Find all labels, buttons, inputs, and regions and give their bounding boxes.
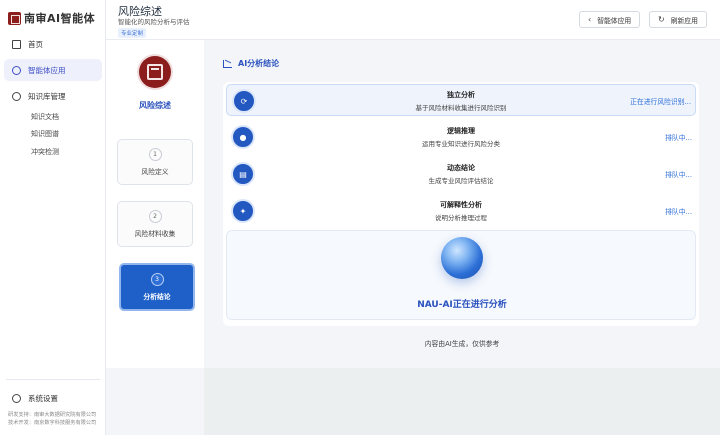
- back-button-label: 智能体应用: [597, 16, 632, 25]
- analysis-row-conclusion[interactable]: ▤ 动态结论 生成专业风险评估结论 排队中...: [226, 158, 696, 190]
- row-status: 排队中...: [665, 171, 692, 179]
- sidebar-item-home[interactable]: 首页: [4, 33, 102, 55]
- knowledge-sub-nav: 知识文档 知识图谱 冲突检测: [31, 108, 59, 161]
- row-title: 动态结论: [447, 164, 475, 172]
- row-description: 运用专业知识进行风险分类: [422, 140, 500, 148]
- sidebar-subitem-conflict[interactable]: 冲突检测: [31, 143, 59, 161]
- sidebar-item-label: 智能体应用: [28, 65, 66, 75]
- step-label: 风险定义: [141, 168, 169, 176]
- step-number: 2: [148, 210, 162, 223]
- refresh-icon: ↻: [658, 15, 665, 24]
- compass-icon: [12, 65, 21, 75]
- analysis-row-independent[interactable]: ⟳ 独立分析 基于风险材料收集进行风险识别 正在进行风险识别...: [226, 84, 696, 116]
- ai-orb-icon: [441, 237, 483, 279]
- section-title: AI分析结论: [238, 59, 280, 68]
- sidebar-item-label: 系统设置: [28, 393, 58, 403]
- row-title: 可解释性分析: [440, 201, 482, 209]
- lower-background: [204, 368, 720, 435]
- sidebar-item-agent-apps[interactable]: 智能体应用: [4, 59, 102, 81]
- step-card-1[interactable]: 1 风险定义: [117, 139, 193, 185]
- row-title: 逻辑推理: [447, 127, 475, 135]
- sidebar-divider: [6, 379, 100, 380]
- refresh-button-label: 刷新应用: [670, 16, 698, 25]
- step-label: 风险材料收集: [134, 230, 176, 238]
- document-icon: ▤: [231, 162, 255, 186]
- step-card-3[interactable]: 3 分析结论: [119, 263, 195, 311]
- sidebar-nav: 首页 智能体应用 知识库管理: [4, 33, 102, 111]
- section-header: AI分析结论: [223, 58, 279, 69]
- sidebar-item-label: 知识库管理: [28, 91, 66, 101]
- sidebar-item-settings[interactable]: 系统设置: [4, 387, 102, 409]
- app-logo[interactable]: 南审AI智能体: [8, 10, 95, 26]
- refresh-app-button[interactable]: ↻ 刷新应用: [649, 11, 707, 28]
- chart-icon: [223, 59, 232, 68]
- home-icon: [12, 39, 21, 49]
- settings-area: 系统设置: [4, 387, 102, 413]
- logo-mark-icon: [8, 11, 21, 25]
- sidebar-footer: 研发支持：南审大数据研究院有限公司 技术开发：南京数字科技服务有限公司: [8, 411, 96, 427]
- sidebar-subitem-documents[interactable]: 知识文档: [31, 108, 59, 126]
- gear-icon: [12, 393, 21, 403]
- row-status: 排队中...: [665, 134, 692, 142]
- database-icon: [12, 91, 21, 101]
- ai-progress-box: NAU-AI正在进行分析: [226, 230, 696, 320]
- footer-line: 研发支持：南审大数据研究院有限公司: [8, 412, 97, 418]
- steps-title: 风险综述: [139, 101, 171, 110]
- step-card-2[interactable]: 2 风险材料收集: [117, 201, 193, 247]
- footer-line: 技术开发：南京数字科技服务有限公司: [8, 420, 97, 426]
- back-to-apps-button[interactable]: ‹ 智能体应用: [579, 11, 641, 28]
- main-content: 风险综述 1 风险定义 2 风险材料收集 3 分析结论 AI分析结论 ⟳ 独立分…: [106, 40, 720, 435]
- ai-disclaimer: 内容由AI生成，仅供参考: [424, 340, 500, 348]
- custom-tag: 专业定制: [118, 28, 147, 38]
- sync-icon: ⟳: [232, 89, 256, 113]
- row-title: 独立分析: [447, 91, 475, 99]
- step-number: 3: [150, 273, 164, 286]
- emblem-icon: [139, 56, 171, 88]
- sidebar-subitem-graph[interactable]: 知识图谱: [31, 126, 59, 144]
- row-description: 生成专业风险评估结论: [428, 177, 494, 185]
- lightbulb-icon: ✦: [231, 199, 255, 223]
- sidebar-item-label: 首页: [28, 39, 43, 49]
- page-subtitle: 智能化的风险分析与评估: [118, 18, 190, 26]
- logo-text: 南审AI智能体: [24, 12, 96, 25]
- analysis-panel: ⟳ 独立分析 基于风险材料收集进行风险识别 正在进行风险识别... ● 逻辑推理…: [223, 82, 699, 326]
- page-header: 风险综述 智能化的风险分析与评估 专业定制 ‹ 智能体应用 ↻ 刷新应用: [106, 0, 720, 40]
- sidebar-item-knowledge-base[interactable]: 知识库管理: [4, 85, 102, 107]
- row-status: 排队中...: [665, 208, 692, 216]
- ai-status-text: NAU-AI正在进行分析: [417, 300, 507, 310]
- row-description: 说明分析推理过程: [435, 214, 487, 222]
- row-description: 基于风险材料收集进行风险识别: [415, 104, 507, 112]
- steps-panel: 风险综述 1 风险定义 2 风险材料收集 3 分析结论: [106, 40, 204, 368]
- sidebar: 南审AI智能体 首页 智能体应用 知识库管理 知识文档 知识图谱 冲突检测 系统…: [0, 0, 106, 435]
- chevron-left-icon: ‹: [588, 15, 592, 24]
- step-number: 1: [148, 148, 162, 161]
- analysis-row-reasoning[interactable]: ● 逻辑推理 运用专业知识进行风险分类 排队中...: [226, 121, 696, 153]
- row-status: 正在进行风险识别...: [630, 98, 691, 106]
- analysis-row-explainability[interactable]: ✦ 可解释性分析 说明分析推理过程 排队中...: [226, 195, 696, 227]
- brain-icon: ●: [231, 125, 255, 149]
- step-label: 分析结论: [143, 293, 171, 301]
